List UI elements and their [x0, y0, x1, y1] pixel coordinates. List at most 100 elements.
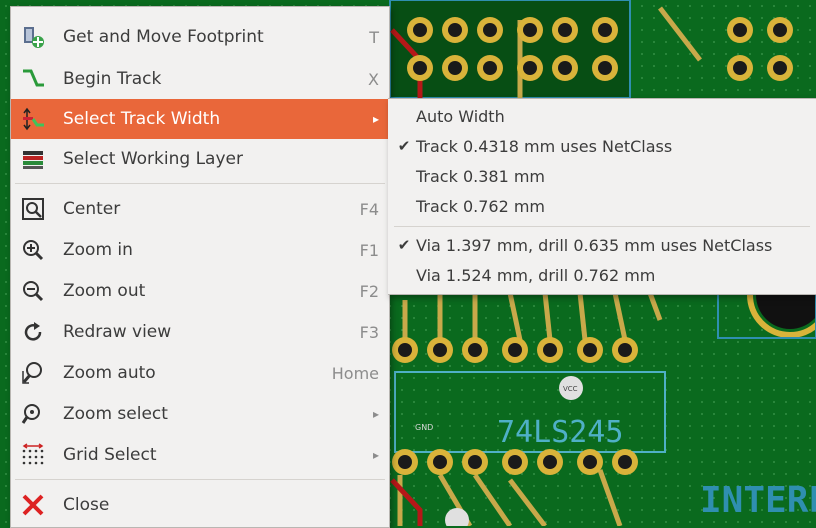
pad-drill — [433, 455, 447, 469]
menu-item-label: Begin Track — [63, 69, 162, 89]
submenu-item-track-0-4318[interactable]: ✔ Track 0.4318 mm uses NetClass — [388, 131, 816, 161]
menu-item-shortcut: F2 — [359, 281, 379, 301]
pad-drill — [508, 343, 522, 357]
pad-drill — [618, 455, 632, 469]
menu-item-zoom-auto[interactable]: Zoom auto Home — [11, 353, 389, 393]
pad-drill — [523, 23, 537, 37]
menu-item-shortcut: F1 — [359, 240, 379, 260]
zoom-out-icon — [21, 279, 45, 303]
corner-label: INTERF — [700, 480, 816, 521]
pad-drill — [508, 455, 522, 469]
pad-drill — [468, 455, 482, 469]
pad-drill — [543, 343, 557, 357]
check-icon: ✔ — [397, 236, 411, 254]
pad-drill — [483, 61, 497, 75]
zoom-auto-icon — [21, 361, 45, 385]
pad-drill — [583, 455, 597, 469]
menu-item-select-working-layer[interactable]: Select Working Layer — [11, 139, 389, 179]
menu-item-label: Grid Select — [63, 445, 157, 465]
footprint-icon — [21, 25, 45, 49]
submenu-item-label: Track 0.4318 mm uses NetClass — [416, 136, 673, 156]
menu-item-label: Select Track Width — [63, 109, 221, 129]
pad-drill — [413, 23, 427, 37]
submenu-item-via-1-524[interactable]: Via 1.524 mm, drill 0.762 mm — [388, 260, 816, 290]
submenu-separator — [394, 226, 810, 227]
pad-drill — [558, 61, 572, 75]
track-icon — [21, 67, 45, 91]
menu-separator — [15, 183, 385, 184]
pad-drill — [598, 23, 612, 37]
menu-item-get-and-move-footprint[interactable]: Get and Move Footprint T — [11, 17, 389, 57]
menu-item-label: Redraw view — [63, 322, 172, 342]
pad-drill — [733, 61, 747, 75]
context-menu: Get and Move Footprint T Begin Track X S… — [10, 6, 390, 528]
pad-drill — [598, 61, 612, 75]
pad-drill — [558, 23, 572, 37]
menu-item-close[interactable]: Close — [11, 485, 389, 525]
pad-drill — [618, 343, 632, 357]
menu-item-label: Zoom in — [63, 240, 133, 260]
submenu-item-auto-width[interactable]: Auto Width — [388, 101, 816, 131]
track-width-icon — [21, 107, 45, 131]
menu-item-label: Select Working Layer — [63, 149, 243, 169]
submenu-arrow-icon: ▸ — [372, 112, 379, 126]
pad-drill — [733, 23, 747, 37]
layers-icon — [21, 147, 45, 171]
check-icon: ✔ — [397, 137, 411, 155]
pad-drill — [483, 23, 497, 37]
chip-label: 74LS245 — [497, 415, 623, 450]
menu-item-shortcut: X — [368, 69, 379, 89]
menu-item-zoom-select[interactable]: Zoom select ▸ — [11, 394, 389, 434]
submenu-item-label: Track 0.762 mm — [416, 196, 546, 216]
pad-drill — [583, 343, 597, 357]
menu-item-label: Zoom auto — [63, 363, 156, 383]
gnd-label: GND — [415, 423, 433, 432]
submenu-item-label: Via 1.397 mm, drill 0.635 mm uses NetCla… — [416, 235, 773, 255]
menu-item-select-track-width[interactable]: Select Track Width ▸ — [11, 99, 389, 139]
zoom-in-icon — [21, 238, 45, 262]
submenu-item-track-0-762[interactable]: Track 0.762 mm — [388, 191, 816, 221]
pad-drill — [433, 343, 447, 357]
track-width-submenu: Auto Width ✔ Track 0.4318 mm uses NetCla… — [388, 98, 816, 295]
submenu-item-label: Via 1.524 mm, drill 0.762 mm — [416, 265, 656, 285]
vcc-label: VCC — [563, 385, 578, 393]
pad-drill — [543, 455, 557, 469]
submenu-item-via-1-397[interactable]: ✔ Via 1.397 mm, drill 0.635 mm uses NetC… — [388, 230, 816, 260]
menu-item-redraw-view[interactable]: Redraw view F3 — [11, 312, 389, 352]
redraw-icon — [21, 320, 45, 344]
submenu-arrow-icon: ▸ — [372, 407, 379, 421]
close-icon — [21, 493, 45, 517]
pad-drill — [448, 61, 462, 75]
menu-item-label: Center — [63, 199, 121, 219]
pad-drill — [398, 343, 412, 357]
menu-item-shortcut: Home — [331, 363, 379, 383]
submenu-item-label: Auto Width — [416, 106, 505, 126]
connector-outline — [389, 0, 631, 99]
submenu-arrow-icon: ▸ — [372, 448, 379, 462]
submenu-item-track-0-381[interactable]: Track 0.381 mm — [388, 161, 816, 191]
zoom-select-icon — [21, 402, 45, 426]
menu-item-center[interactable]: Center F4 — [11, 189, 389, 229]
submenu-item-label: Track 0.381 mm — [416, 166, 546, 186]
pad-drill — [468, 343, 482, 357]
menu-item-label: Get and Move Footprint — [63, 27, 264, 47]
menu-item-label: Zoom out — [63, 281, 146, 301]
menu-item-shortcut: F3 — [359, 322, 379, 342]
pad-drill — [398, 455, 412, 469]
pad-drill — [773, 61, 787, 75]
center-icon — [21, 197, 45, 221]
menu-item-zoom-out[interactable]: Zoom out F2 — [11, 271, 389, 311]
grid-icon — [21, 443, 45, 467]
menu-item-label: Zoom select — [63, 404, 168, 424]
menu-separator — [15, 479, 385, 480]
menu-item-grid-select[interactable]: Grid Select ▸ — [11, 435, 389, 475]
menu-item-label: Close — [63, 495, 110, 515]
menu-item-begin-track[interactable]: Begin Track X — [11, 59, 389, 99]
menu-item-zoom-in[interactable]: Zoom in F1 — [11, 230, 389, 270]
pad-drill — [448, 23, 462, 37]
pad-drill — [413, 61, 427, 75]
menu-item-shortcut: T — [369, 27, 379, 47]
pad-drill — [773, 23, 787, 37]
pad-drill — [523, 61, 537, 75]
menu-item-shortcut: F4 — [359, 199, 379, 219]
